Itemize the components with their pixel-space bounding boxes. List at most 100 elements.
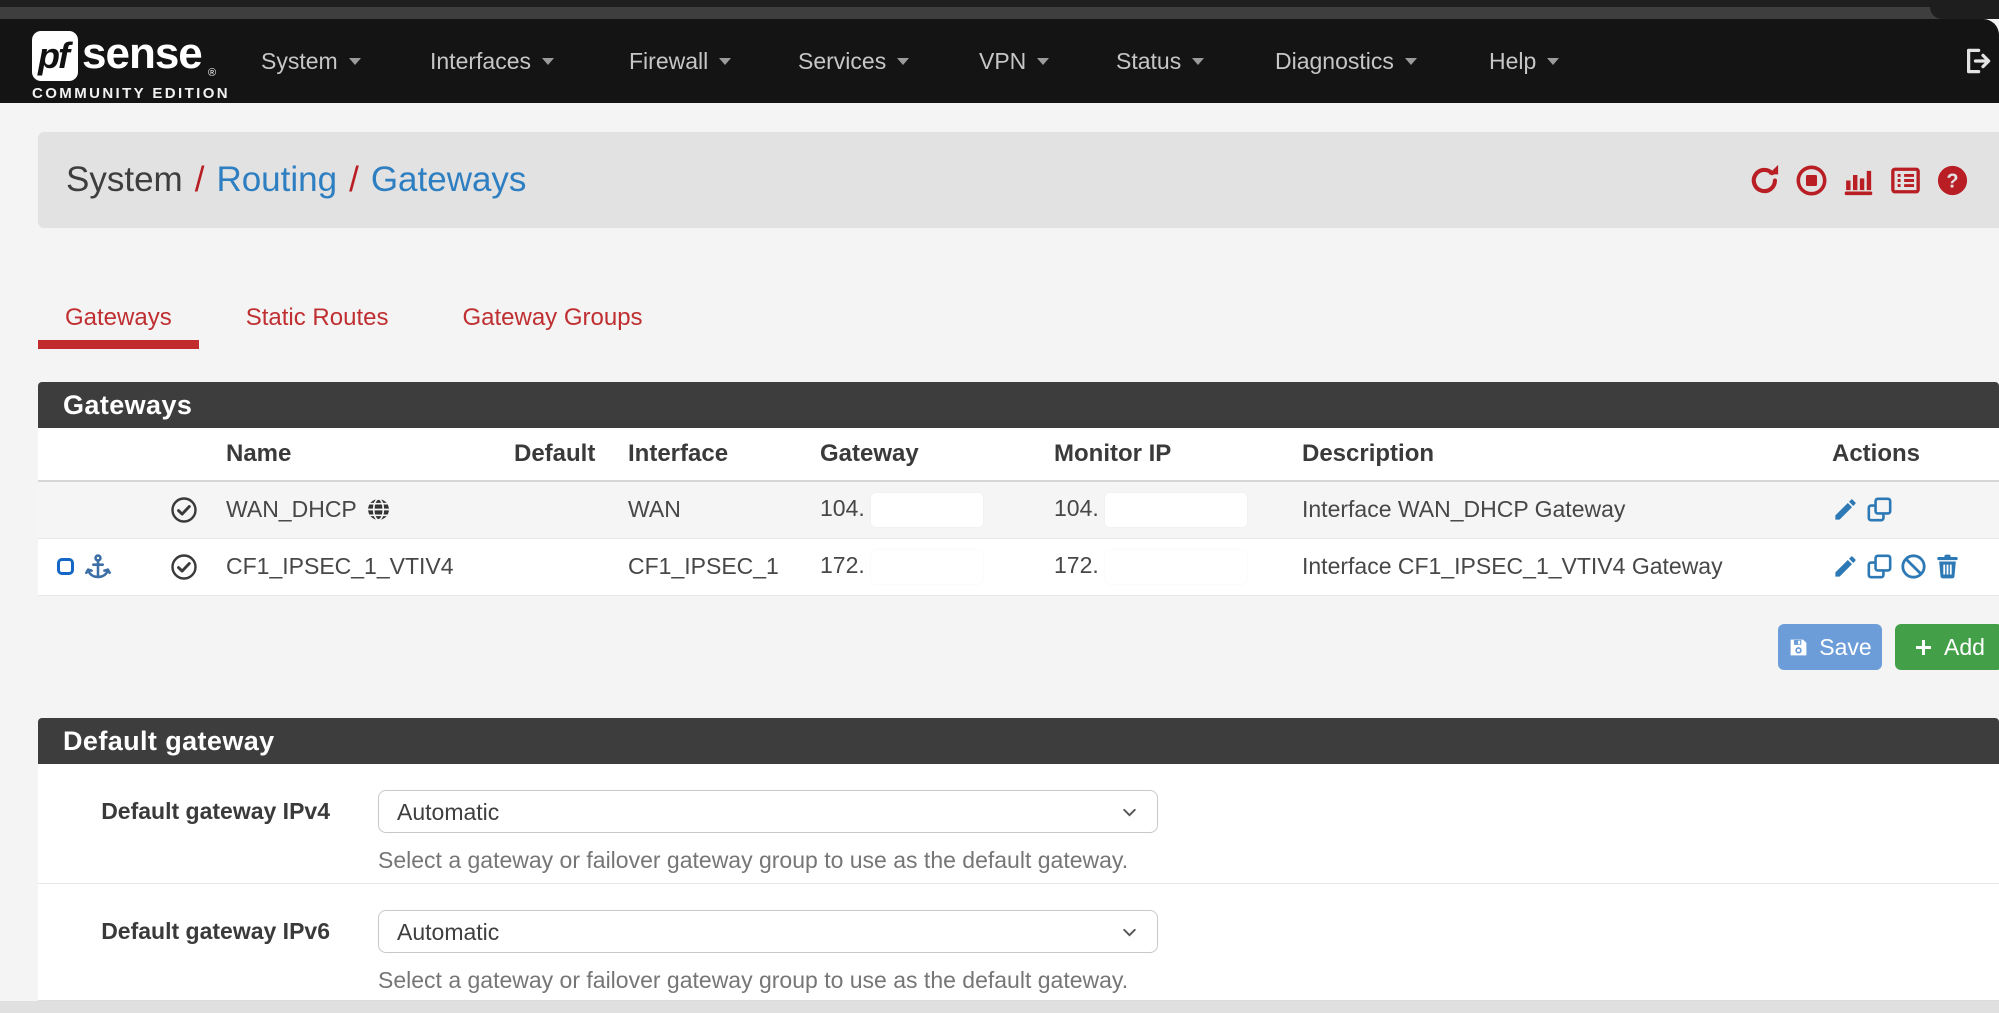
default-gateway-ipv4-row: Default gateway IPv4 Automatic Select a … (38, 764, 1999, 883)
plus-icon (1913, 637, 1934, 658)
breadcrumb-separator: / (195, 160, 205, 200)
window-chrome-top (0, 0, 1999, 7)
caret-down-icon (719, 58, 731, 65)
svg-text:?: ? (1946, 170, 1958, 192)
window-bottom-edge (0, 1001, 1999, 1013)
edit-icon[interactable] (1832, 553, 1859, 580)
caret-down-icon (1037, 58, 1049, 65)
top-navbar: pf sense ® COMMUNITY EDITION System Inte… (0, 19, 1999, 103)
edit-icon[interactable] (1832, 496, 1859, 523)
gateways-table: Name Default Interface Gateway Monitor I… (38, 428, 1999, 596)
tab-static-routes[interactable]: Static Routes (219, 287, 416, 349)
gateway-description: Interface WAN_DHCP Gateway (1290, 481, 1820, 538)
gateway-name: WAN_DHCP (226, 496, 357, 523)
table-row: WAN_DHCP WAN 104. 104. Interface W (38, 481, 1999, 538)
table-header-row: Name Default Interface Gateway Monitor I… (38, 428, 1999, 481)
redacted-value (871, 493, 983, 527)
registered-mark: ® (208, 67, 216, 79)
page-shortcut-icons: ? (1748, 132, 1969, 228)
gateways-panel-title: Gateways (63, 390, 192, 421)
col-actions: Actions (1820, 428, 1999, 481)
caret-down-icon (1405, 58, 1417, 65)
breadcrumb-separator: / (349, 160, 359, 200)
default-gateway-ipv6-label: Default gateway IPv6 (38, 918, 330, 945)
nav-services[interactable]: Services (798, 19, 909, 103)
nav-status[interactable]: Status (1116, 19, 1204, 103)
nav-help[interactable]: Help (1489, 19, 1559, 103)
gateway-online-icon (170, 553, 198, 581)
nav-vpn[interactable]: VPN (979, 19, 1049, 103)
default-gateway-ipv6-select[interactable]: Automatic (378, 910, 1158, 953)
col-gateway: Gateway (808, 428, 1042, 481)
pfsense-logo[interactable]: pf sense ® COMMUNITY EDITION (32, 29, 232, 95)
log-list-icon[interactable] (1889, 164, 1922, 197)
default-gateway-panel-body: Default gateway IPv4 Automatic Select a … (38, 764, 1999, 1001)
gateway-interface: CF1_IPSEC_1 (616, 538, 808, 595)
breadcrumb-system: System (66, 160, 183, 200)
copy-icon[interactable] (1866, 553, 1893, 580)
gateway-online-icon (170, 496, 198, 524)
col-interface: Interface (616, 428, 808, 481)
stop-icon[interactable] (1795, 164, 1828, 197)
table-row: CF1_IPSEC_1_VTIV4 CF1_IPSEC_1 172. 172. … (38, 538, 1999, 595)
col-default: Default (502, 428, 616, 481)
breadcrumb: System / Routing / Gateways (66, 132, 526, 228)
add-button[interactable]: Add (1895, 624, 1999, 670)
nav-firewall[interactable]: Firewall (629, 19, 731, 103)
breadcrumb-gateways-link[interactable]: Gateways (371, 160, 527, 200)
default-gateway-ipv6-help: Select a gateway or failover gateway gro… (378, 967, 1128, 994)
copy-icon[interactable] (1866, 496, 1893, 523)
default-gateway-globe-icon (366, 497, 391, 522)
breadcrumb-bar: System / Routing / Gateways (38, 132, 1999, 228)
pfsense-logo-pf-box: pf (32, 31, 78, 81)
save-icon (1788, 637, 1809, 658)
gateway-address: 104. (820, 495, 865, 521)
caret-down-icon (1547, 58, 1559, 65)
monitor-ip: 104. (1054, 495, 1099, 521)
pfsense-gateways-page: pf sense ® COMMUNITY EDITION System Inte… (0, 0, 1999, 1013)
gateway-name: CF1_IPSEC_1_VTIV4 (226, 553, 454, 579)
caret-down-icon (897, 58, 909, 65)
community-edition-label: COMMUNITY EDITION (32, 85, 230, 102)
caret-down-icon (349, 58, 361, 65)
gateways-panel-header: Gateways (38, 382, 1999, 428)
save-button[interactable]: Save (1778, 624, 1882, 670)
default-gateway-panel-header: Default gateway (38, 718, 1999, 764)
delete-icon[interactable] (1934, 553, 1961, 580)
help-icon[interactable]: ? (1936, 164, 1969, 197)
caret-down-icon (542, 58, 554, 65)
tab-gateways[interactable]: Gateways (38, 287, 199, 349)
tab-gateway-groups[interactable]: Gateway Groups (435, 287, 669, 349)
default-gateway-ipv4-help: Select a gateway or failover gateway gro… (378, 847, 1128, 874)
monitoring-chart-icon[interactable] (1842, 164, 1875, 197)
window-chrome-corner (1930, 7, 1999, 19)
nav-system[interactable]: System (261, 19, 361, 103)
default-gateway-ipv6-row: Default gateway IPv6 Automatic Select a … (38, 883, 1999, 1001)
routing-tabs: Gateways Static Routes Gateway Groups (38, 287, 670, 349)
col-monitor-ip: Monitor IP (1042, 428, 1290, 481)
anchor-icon (84, 553, 112, 581)
square-outline-icon (57, 558, 74, 575)
default-gateway-ipv4-label: Default gateway IPv4 (38, 798, 330, 825)
gateway-interface: WAN (616, 481, 808, 538)
redacted-value (871, 550, 983, 584)
pfsense-logo-pf-text: pf (38, 35, 72, 77)
nav-diagnostics[interactable]: Diagnostics (1275, 19, 1417, 103)
gateway-default-cell (502, 538, 616, 595)
default-gateway-ipv4-select[interactable]: Automatic (378, 790, 1158, 833)
col-name: Name (214, 428, 502, 481)
gateway-default-cell (502, 481, 616, 538)
col-description: Description (1290, 428, 1820, 481)
pfsense-logo-sense-text: sense (82, 29, 202, 79)
refresh-icon[interactable] (1748, 164, 1781, 197)
window-chrome-bar (0, 7, 1999, 19)
monitor-ip: 172. (1054, 552, 1099, 578)
redacted-value (1105, 550, 1247, 584)
nav-interfaces[interactable]: Interfaces (430, 19, 554, 103)
breadcrumb-routing-link[interactable]: Routing (216, 160, 337, 200)
gateway-description: Interface CF1_IPSEC_1_VTIV4 Gateway (1290, 538, 1820, 595)
disable-icon[interactable] (1900, 553, 1927, 580)
default-gateway-panel-title: Default gateway (63, 726, 275, 757)
sign-out-icon[interactable] (1963, 46, 1993, 76)
redacted-value (1105, 493, 1247, 527)
